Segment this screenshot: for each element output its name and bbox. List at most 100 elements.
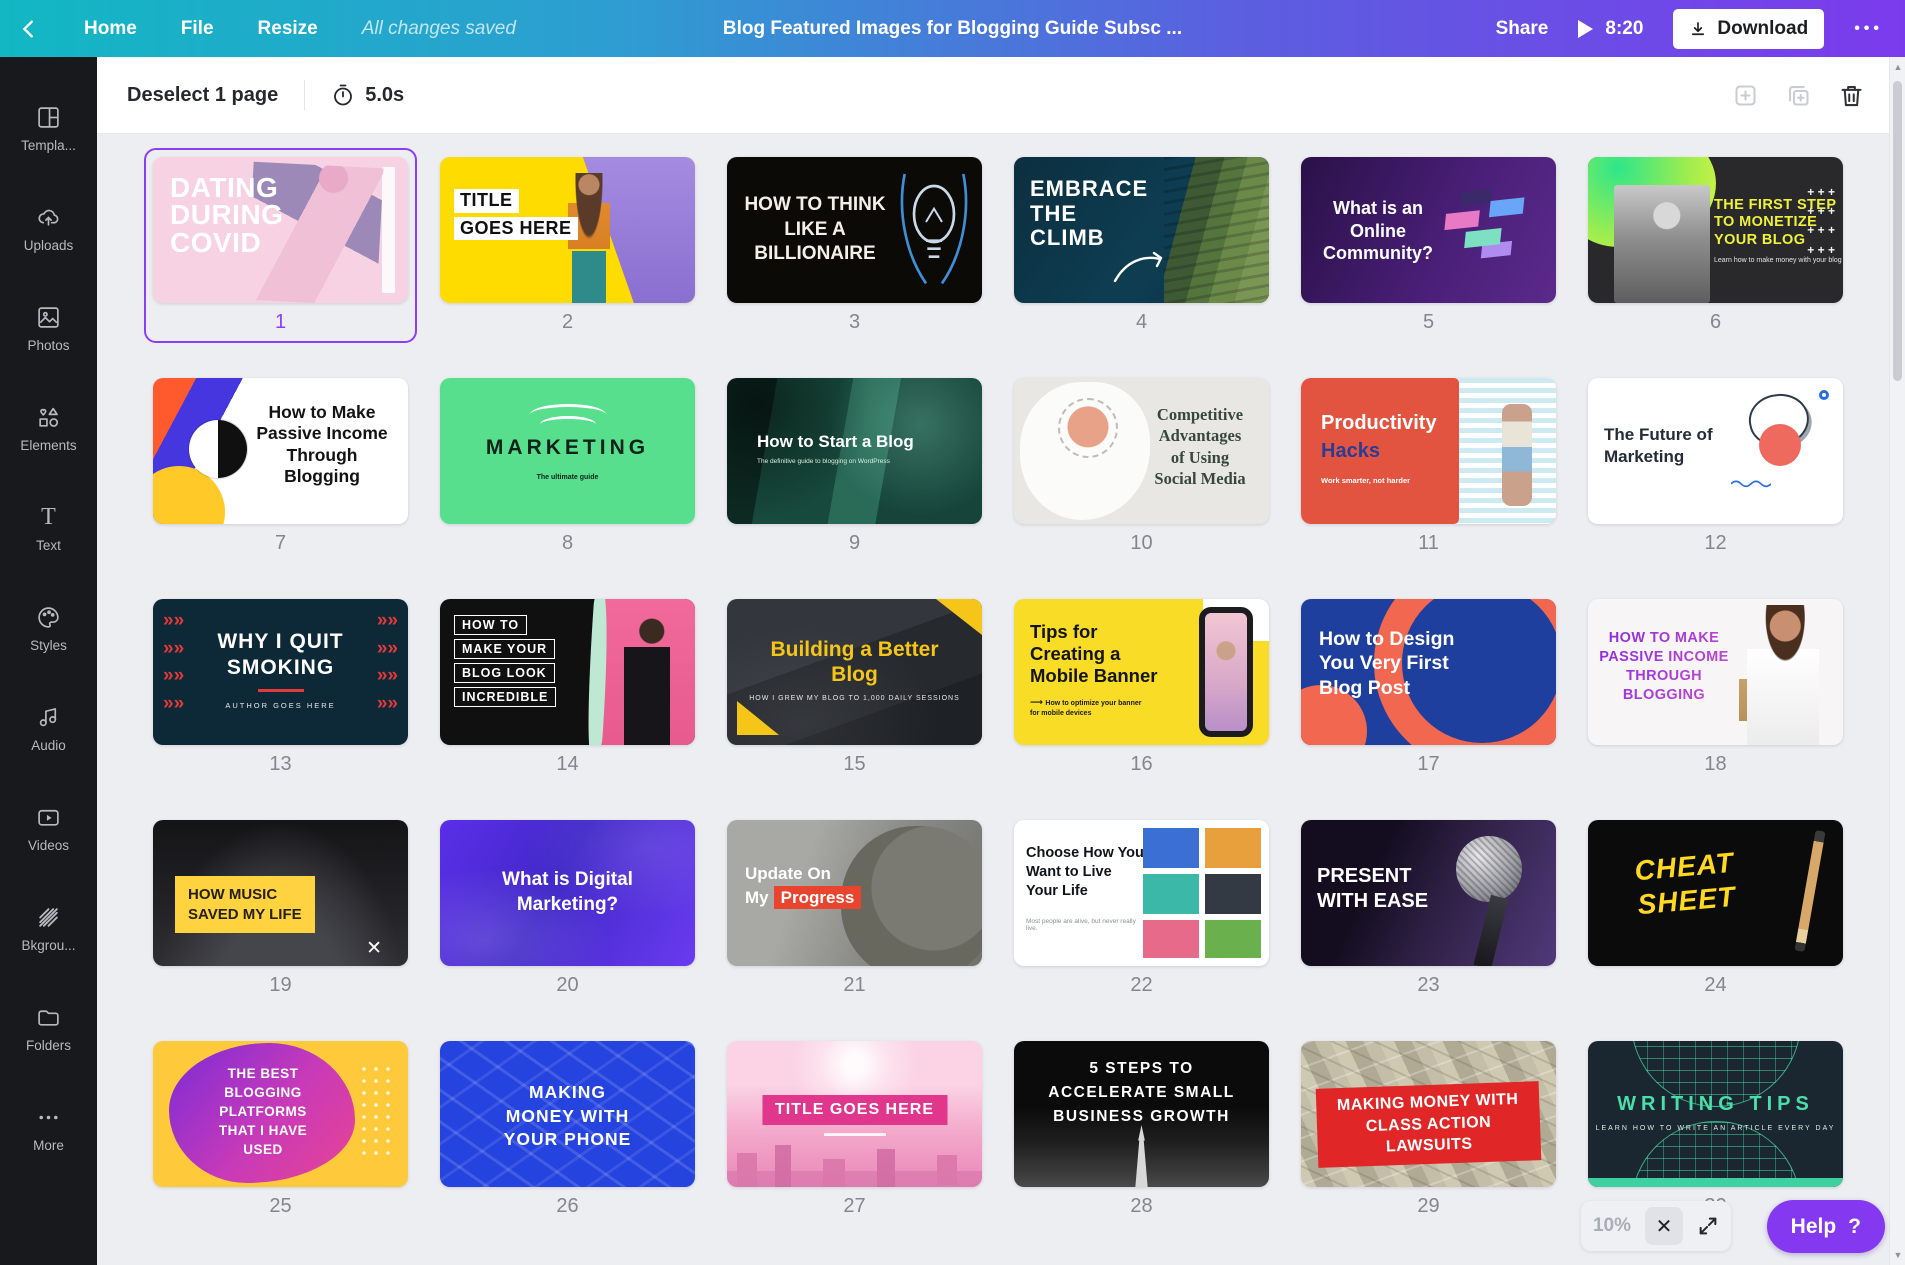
page-number: 19 — [153, 974, 408, 997]
sidebar-label: Uploads — [24, 238, 74, 253]
videos-icon — [36, 805, 61, 830]
page-number: 5 — [1301, 311, 1556, 334]
page-6-thumbnail[interactable]: THE FIRST STEP TO MONETIZE YOUR BLOG Lea… — [1588, 157, 1843, 303]
sidebar-item-elements[interactable]: Elements — [0, 379, 97, 479]
page-7-thumbnail[interactable]: How to Make Passive Income Through Blogg… — [153, 378, 408, 524]
page-number: 16 — [1014, 753, 1269, 776]
page-1-thumbnail[interactable]: DATING DURING COVID — [153, 157, 408, 303]
page-13-thumbnail[interactable]: WHY I QUIT SMOKING AUTHOR GOES HERE — [153, 599, 408, 745]
scroll-down-icon[interactable]: ▼ — [1890, 1245, 1905, 1265]
page-19-thumbnail[interactable]: HOW MUSIC SAVED MY LIFE — [153, 820, 408, 966]
sidebar-item-more[interactable]: More — [0, 1079, 97, 1179]
duplicate-page-icon[interactable] — [1785, 82, 1812, 109]
page-21-thumbnail[interactable]: Update On MyProgress — [727, 820, 982, 966]
sidebar-label: Bkgrou... — [21, 938, 75, 953]
home-button[interactable]: Home — [84, 18, 137, 40]
page-4-thumbnail[interactable]: EMBRACE THE CLIMB — [1014, 157, 1269, 303]
page-title: How to Design You Very First Blog Post — [1319, 627, 1454, 700]
add-page-icon[interactable] — [1732, 82, 1759, 109]
page-18-thumbnail[interactable]: HOW TO MAKE PASSIVE INCOME THROUGH BLOGG… — [1588, 599, 1843, 745]
sidebar-item-photos[interactable]: Photos — [0, 279, 97, 379]
download-button[interactable]: Download — [1673, 9, 1824, 49]
scroll-up-icon[interactable]: ▲ — [1890, 57, 1905, 77]
present-button[interactable]: 8:20 — [1578, 18, 1643, 40]
fullscreen-icon[interactable] — [1697, 1215, 1719, 1237]
page-22-thumbnail[interactable]: Choose How You Want to Live Your Life Mo… — [1014, 820, 1269, 966]
page-11-thumbnail[interactable]: Productivity Hacks Work smarter, not har… — [1301, 378, 1556, 524]
deselect-pages-button[interactable]: Deselect 1 page — [127, 84, 278, 107]
sidebar-item-templates[interactable]: Templa... — [0, 79, 97, 179]
page-cell-24: CHEAT SHEET 24 — [1588, 820, 1843, 997]
page-cell-29: MAKING MONEY WITH CLASS ACTION LAWSUITS … — [1301, 1041, 1556, 1218]
pages-grid: DATING DURING COVID 1 TITLE GOES HERE 2 … — [97, 134, 1905, 1218]
share-button[interactable]: Share — [1496, 18, 1549, 40]
page-title: CHEAT SHEET — [1633, 846, 1738, 922]
pages-grid-area: DATING DURING COVID 1 TITLE GOES HERE 2 … — [97, 134, 1905, 1265]
page-23-thumbnail[interactable]: PRESENT WITH EASE — [1301, 820, 1556, 966]
sidebar-item-videos[interactable]: Videos — [0, 779, 97, 879]
sidebar-item-text[interactable]: T Text — [0, 479, 97, 579]
sidebar-item-audio[interactable]: Audio — [0, 679, 97, 779]
more-dots-icon — [36, 1105, 61, 1130]
sidebar-label: Text — [36, 538, 61, 553]
phone-mockup — [1199, 607, 1253, 737]
lightbulb-illustration — [894, 163, 974, 297]
page-title: TITLE GOES HERE — [762, 1095, 947, 1125]
page-12-thumbnail[interactable]: The Future of Marketing — [1588, 378, 1843, 524]
scrollbar-thumb[interactable] — [1893, 81, 1902, 381]
photo-placeholder — [1614, 185, 1710, 303]
page-title-line: MyProgress — [745, 888, 861, 908]
sidebar-item-backgrounds[interactable]: Bkgrou... — [0, 879, 97, 979]
sidebar-label: Folders — [26, 1038, 71, 1053]
more-options-icon[interactable]: ••• — [1854, 20, 1883, 38]
page-number: 21 — [727, 974, 982, 997]
page-title-line: Hacks — [1321, 440, 1380, 463]
page-27-thumbnail[interactable]: TITLE GOES HERE — [727, 1041, 982, 1187]
page-17-thumbnail[interactable]: How to Design You Very First Blog Post — [1301, 599, 1556, 745]
page-14-thumbnail[interactable]: HOW TO MAKE YOUR BLOG LOOK INCREDIBLE — [440, 599, 695, 745]
page-2-thumbnail[interactable]: TITLE GOES HERE — [440, 157, 695, 303]
page-subtitle: Learn how to make money with your blog — [1714, 257, 1842, 264]
page-30-thumbnail[interactable]: WRITING TIPS LEARN HOW TO WRITE AN ARTIC… — [1588, 1041, 1843, 1187]
back-chevron-icon[interactable] — [18, 18, 40, 40]
sidebar-item-styles[interactable]: Styles — [0, 579, 97, 679]
page-cell-16: Tips for Creating a Mobile Banner How to… — [1014, 599, 1269, 776]
page-9-thumbnail[interactable]: How to Start a Blog The definitive guide… — [727, 378, 982, 524]
page-29-thumbnail[interactable]: MAKING MONEY WITH CLASS ACTION LAWSUITS — [1301, 1041, 1556, 1187]
page-15-thumbnail[interactable]: Building a Better Blog HOW I GREW MY BLO… — [727, 599, 982, 745]
help-question-icon: ? — [1848, 1215, 1861, 1239]
sidebar-item-folders[interactable]: Folders — [0, 979, 97, 1079]
text-icon: T — [41, 505, 56, 530]
zoom-level[interactable]: 10% — [1593, 1215, 1631, 1237]
templates-icon — [36, 105, 61, 130]
page-26-thumbnail[interactable]: MAKING MONEY WITH YOUR PHONE — [440, 1041, 695, 1187]
page-title: What is Digital Marketing? — [440, 868, 695, 917]
page-title: EMBRACE THE CLIMB — [1030, 177, 1148, 251]
halfmoon-shape — [189, 420, 247, 478]
page-3-thumbnail[interactable]: HOW TO THINK LIKE A BILLIONAIRE — [727, 157, 982, 303]
page-number: 2 — [440, 311, 695, 334]
page-title: How to Make Passive Income Through Blogg… — [246, 402, 398, 487]
page-24-thumbnail[interactable]: CHEAT SHEET — [1588, 820, 1843, 966]
vertical-scrollbar[interactable]: ▲ ▼ — [1889, 57, 1905, 1265]
page-8-thumbnail[interactable]: MARKETING The ultimate guide — [440, 378, 695, 524]
document-title[interactable]: Blog Featured Images for Blogging Guide … — [723, 18, 1182, 40]
page-20-thumbnail[interactable]: What is Digital Marketing? — [440, 820, 695, 966]
page-number: 3 — [727, 311, 982, 334]
page-25-thumbnail[interactable]: THE BEST BLOGGING PLATFORMS THAT I HAVE … — [153, 1041, 408, 1187]
page-16-thumbnail[interactable]: Tips for Creating a Mobile Banner How to… — [1014, 599, 1269, 745]
help-button[interactable]: Help ? — [1767, 1200, 1885, 1253]
page-10-thumbnail[interactable]: Competitive Advantages of Using Social M… — [1014, 378, 1269, 524]
page-duration-button[interactable]: 5.0s — [331, 83, 404, 107]
sidebar-label: Photos — [27, 338, 69, 353]
delete-page-icon[interactable] — [1838, 82, 1865, 109]
close-grid-view-button[interactable]: ✕ — [1645, 1207, 1683, 1245]
page-5-thumbnail[interactable]: What is an Online Community? — [1301, 157, 1556, 303]
page-cell-18: HOW TO MAKE PASSIVE INCOME THROUGH BLOGG… — [1588, 599, 1843, 776]
resize-button[interactable]: Resize — [258, 18, 318, 40]
page-title: DATING DURING COVID — [170, 174, 283, 256]
file-menu[interactable]: File — [181, 18, 214, 40]
page-28-thumbnail[interactable]: 5 STEPS TO ACCELERATE SMALL BUSINESS GRO… — [1014, 1041, 1269, 1187]
play-icon — [1578, 20, 1593, 38]
sidebar-item-uploads[interactable]: Uploads — [0, 179, 97, 279]
